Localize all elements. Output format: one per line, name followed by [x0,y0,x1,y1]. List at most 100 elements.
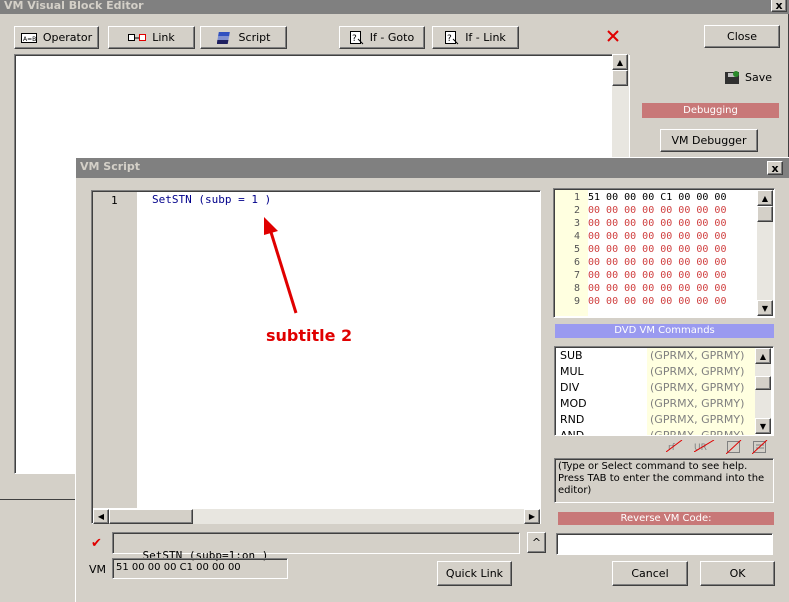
scroll-up-icon[interactable]: ▲ [755,348,771,364]
hex-row: 9 00 00 00 00 00 00 00 00 [562,295,757,308]
delete-icon[interactable] [606,29,620,43]
scroll-down-icon[interactable]: ▼ [755,418,771,434]
if-link-button[interactable]: ? If - Link [432,26,519,49]
hex-row-value: 00 00 00 00 00 00 00 00 [588,218,727,229]
main-window-title: VM Visual Block Editor [4,0,144,12]
vm-code-value: 51 00 00 00 C1 00 00 00 [116,562,241,573]
vm-script-titlebar: VM Script [76,158,789,178]
cancel-button[interactable]: Cancel [612,561,688,586]
command-item[interactable]: MUL (GPRMX, GPRMY) [560,364,755,380]
vm-code-field: 51 00 00 00 C1 00 00 00 [112,558,288,579]
command-tools: rf UR [666,440,768,454]
scroll-right-icon[interactable]: ▶ [524,509,540,524]
if-goto-icon: ? [349,30,364,44]
command-args: (GPRMX, GPRMY) [650,397,745,410]
vm-script-title: VM Script [80,160,141,173]
unremark-icon[interactable]: UR [694,440,716,452]
save-label: Save [745,70,773,84]
hex-row-value: 00 00 00 00 00 00 00 00 [588,244,727,255]
code-line[interactable]: SetSTN (subp = 1 ) [152,193,271,206]
vm-debugger-button[interactable]: VM Debugger [660,129,758,152]
vm-debugger-label: VM Debugger [671,134,747,147]
link-icon [128,33,147,41]
hex-row: 8 00 00 00 00 00 00 00 00 [562,282,757,295]
scroll-thumb[interactable] [109,509,193,524]
command-item[interactable]: DIV (GPRMX, GPRMY) [560,380,755,396]
quick-link-button[interactable]: Quick Link [437,561,512,586]
hex-vertical-scrollbar[interactable]: ▲ ▼ [757,190,773,316]
dvd-commands-header: DVD VM Commands [555,324,774,338]
remark-icon[interactable]: rf [666,440,684,452]
hex-row: 4 00 00 00 00 00 00 00 00 [562,230,757,243]
editor-horizontal-scrollbar[interactable]: ◀ ▶ [93,509,540,524]
vm-label: VM [89,563,107,576]
commands-rows: SUB (GPRMX, GPRMY) MUL (GPRMX, GPRMY) DIV (… [560,348,755,435]
hex-line-number: 2 [573,205,580,216]
scroll-up-icon[interactable]: ▲ [757,190,773,206]
command-item[interactable]: SUB (GPRMX, GPRMY) [560,348,755,364]
expand-button[interactable]: ^ [527,532,546,553]
scroll-left-icon[interactable]: ◀ [93,509,109,524]
hex-line-number: 5 [573,244,580,255]
quick-link-label: Quick Link [445,567,504,580]
operator-label: Operator [42,31,93,44]
code-editor[interactable]: 1 SetSTN (subp = 1 ) ◀ ▶ [91,190,541,524]
reverse-vm-field[interactable] [556,533,773,555]
command-item[interactable]: MOD (GPRMX, GPRMY) [560,396,755,412]
close-icon: x [771,161,779,175]
help-text: (Type or Select command to see help. Pre… [558,461,765,496]
scroll-up-icon[interactable]: ▲ [612,54,628,70]
clear-all-icon[interactable] [752,440,768,454]
ok-label: OK [729,567,746,580]
scroll-thumb[interactable] [612,70,628,86]
command-args: (GPRMX, GPRMY) [650,365,745,378]
ok-button[interactable]: OK [700,561,775,586]
command-item[interactable]: AND (GPRMX, GPRMY) [560,428,755,435]
save-button[interactable]: Save [725,70,772,84]
scroll-thumb[interactable] [757,206,773,222]
hex-row-value: 51 00 00 00 C1 00 00 00 [588,192,727,203]
script-button[interactable]: Script [200,26,287,49]
link-label: Link [152,31,175,44]
line-number: 1 [111,194,118,207]
close-button[interactable]: Close [704,25,780,48]
if-link-icon: ? [445,30,459,44]
main-window-close-button[interactable]: x [771,0,787,12]
hex-row-value: 00 00 00 00 00 00 00 00 [588,283,727,294]
scroll-thumb[interactable] [755,376,771,390]
command-name: MUL [560,365,584,378]
hex-row-value: 00 00 00 00 00 00 00 00 [588,231,727,242]
hex-row-value: 00 00 00 00 00 00 00 00 [588,257,727,268]
link-button[interactable]: Link [108,26,195,49]
command-name: SUB [560,349,583,362]
commands-list[interactable]: SUB (GPRMX, GPRMY) MUL (GPRMX, GPRMY) DIV (… [554,346,774,436]
command-item[interactable]: RND (GPRMX, GPRMY) [560,412,755,428]
command-name: MOD [560,397,587,410]
reverse-vm-header: Reverse VM Code: [558,512,774,525]
hex-row: 2 00 00 00 00 00 00 00 00 [562,204,757,217]
command-name: RND [560,413,585,426]
canvas-vertical-scrollbar[interactable]: ▲ [612,54,629,164]
hex-row-value: 00 00 00 00 00 00 00 00 [588,296,727,307]
operator-button[interactable]: A=B Operator [14,26,99,49]
hex-row: 5 00 00 00 00 00 00 00 00 [562,243,757,256]
caret-icon: ^ [531,536,542,549]
hex-row: 1 51 00 00 00 C1 00 00 00 [562,191,757,204]
vm-script-close-button[interactable]: x [767,161,783,175]
clear-icon[interactable] [726,440,742,454]
scroll-down-icon[interactable]: ▼ [757,300,773,316]
cancel-label: Cancel [631,567,669,580]
svg-text:?: ? [447,34,452,44]
check-icon: ✔ [91,536,102,551]
dvd-commands-label: DVD VM Commands [614,325,715,336]
command-field[interactable]: SetSTN (subp=1:on ) [112,532,520,562]
save-icon [725,71,739,84]
command-args: (GPRMX, GPRMY) [650,349,745,362]
if-goto-button[interactable]: ? If - Goto [339,26,425,49]
hex-row-value: 00 00 00 00 00 00 00 00 [588,205,727,216]
commands-vertical-scrollbar[interactable]: ▲ ▼ [755,348,771,434]
hex-line-number: 9 [573,296,580,307]
if-goto-label: If - Goto [369,31,415,44]
svg-text:?: ? [352,34,357,44]
hex-rows: 1 51 00 00 00 C1 00 00 00 2 00 00 00 00 00… [562,191,757,308]
